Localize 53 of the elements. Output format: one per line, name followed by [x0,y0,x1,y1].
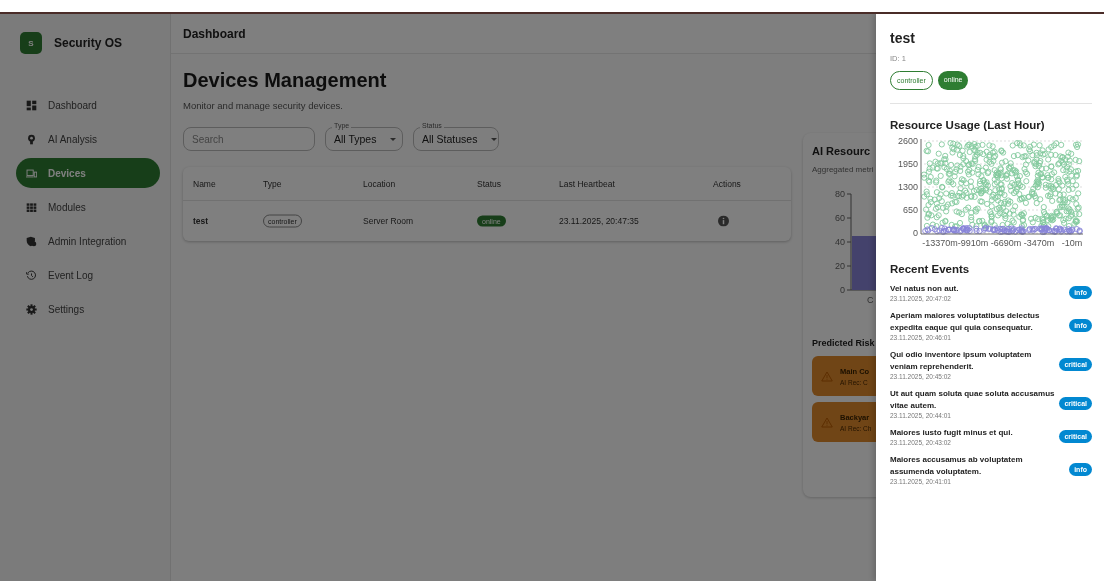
caret-icon [491,137,498,141]
dashboard-icon [26,99,37,111]
page-subtitle: Monitor and manage security devices. [183,100,344,111]
settings-icon [26,303,37,315]
table-cell: Server Room [363,216,414,226]
backdrop[interactable] [0,14,876,581]
nav-item[interactable]: Settings [16,294,160,324]
y-axis: 0 20 40 60 80 [835,189,852,295]
column-header: Actions [713,178,741,189]
table-cell: test [193,216,209,226]
table-cell: 23.11.2025, 20:47:35 [559,216,639,226]
bulb-icon [26,133,37,145]
section-title: Resource Usage (Last Hour) [890,119,1046,131]
column-header: Type [263,178,282,189]
y-axis: 2600 1950 1300 650 0 [897,136,922,238]
section-title: Predicted Risk [812,338,876,348]
event-message: Vel natus non aut. [890,283,960,295]
search-field[interactable]: Search [183,127,315,151]
header-title: Dashboard [183,26,246,41]
column-header: Last Heartbeat [559,178,615,189]
nav-item[interactable]: Devices [16,158,160,188]
card-subtitle: Aggregated metri [812,165,875,174]
column-header: Status [477,178,502,189]
axis-label: C [867,295,874,305]
event-message: Qui odio inventore ipsum voluptatem veniam reprehenderit. [890,349,1033,373]
nav-item[interactable]: Event Log [16,260,160,290]
info-icon[interactable] [718,215,729,227]
grid-icon [26,201,37,213]
y-tick-label: 40 [834,237,845,247]
logo: S [20,32,42,54]
nav-item[interactable]: Admin Integration [16,226,160,256]
event-message: Ut aut quam soluta quae soluta accusamus vitae autem. [890,388,1056,412]
event-message: Maiores accusamus ab voluptatem assumenda voluptatem. [890,454,1024,478]
card-title: AI Resourc [812,145,872,157]
device-title: test [890,30,916,46]
history-icon [26,269,37,281]
page-title: Devices Management [183,68,388,92]
nav-item[interactable]: Modules [16,192,160,222]
x-axis: -13370m-9910m -6690m -3470m -10m [920,233,1084,248]
devices-icon [26,167,37,179]
event-message: Aperiam maiores voluptatibus delectus expedita eaque qui quia consequatur. [890,310,1041,334]
column-header: Name [193,178,216,189]
y-tick-label: 0 [839,285,845,295]
y-tick-label: 80 [834,189,845,199]
y-tick-label: 20 [834,261,845,271]
y-tick-label: 60 [834,213,845,223]
nav-item[interactable]: Dashboard [16,90,160,120]
nav-item[interactable]: AI Analysis [16,124,160,154]
column-header: Location [363,178,396,189]
caret-icon [390,137,397,141]
app-name: Security OS [54,36,123,50]
section-title: Recent Events [890,263,971,275]
event-message: Maiores iusto fugit minus et qui. [890,427,1014,439]
